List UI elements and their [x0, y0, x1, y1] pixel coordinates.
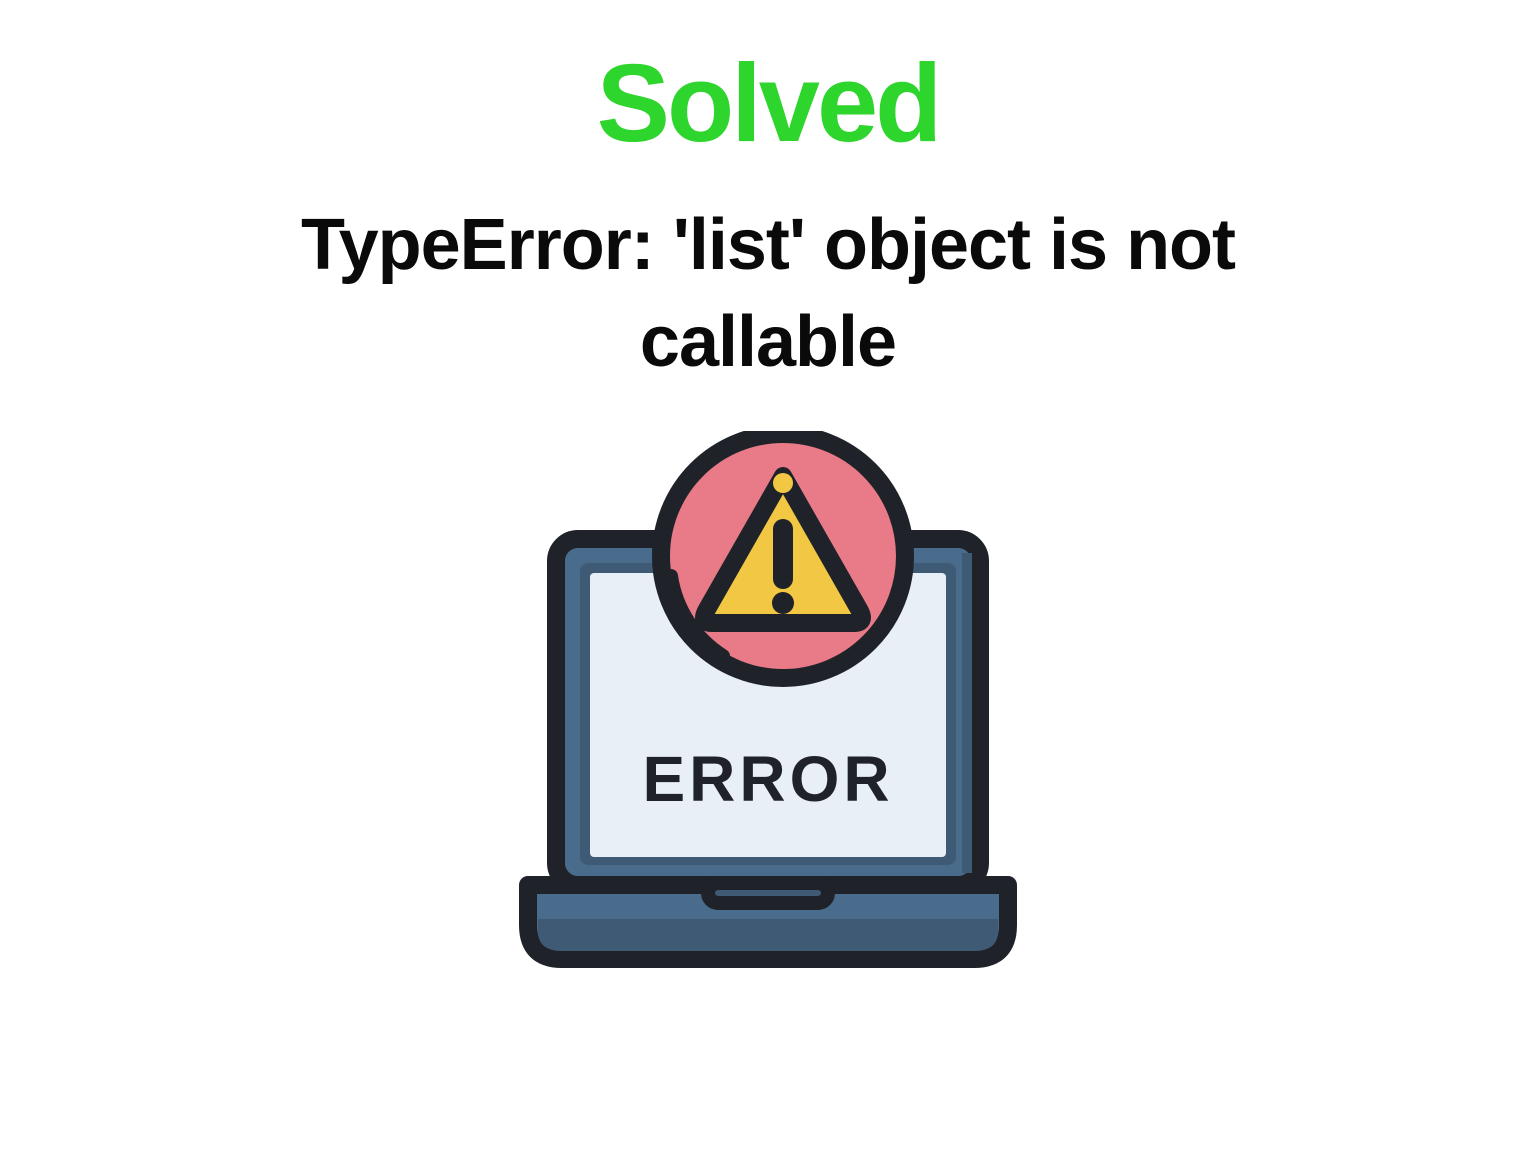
- laptop-error-icon: ERROR: [508, 431, 1028, 991]
- svg-text:ERROR: ERROR: [642, 743, 893, 815]
- error-laptop-illustration: ERROR: [508, 431, 1028, 991]
- solved-heading: Solved: [597, 40, 940, 167]
- error-message-heading: TypeError: 'list' object is not callable: [168, 197, 1368, 391]
